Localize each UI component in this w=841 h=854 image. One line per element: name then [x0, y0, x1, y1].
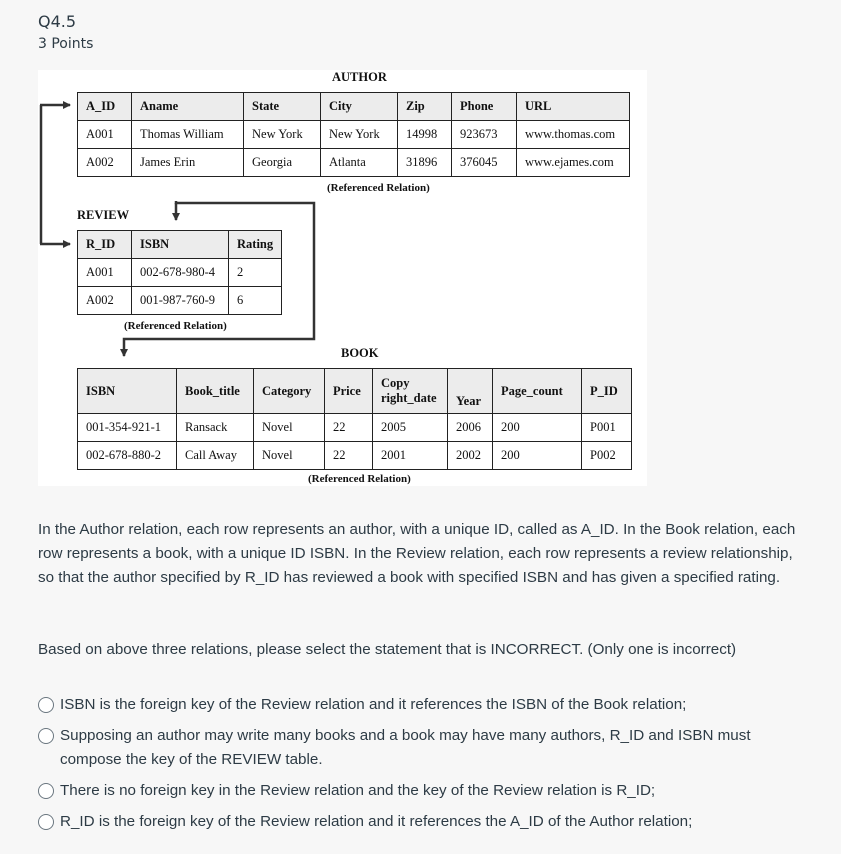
question-title: Q4.5 [38, 12, 77, 31]
table-cell: 6 [227, 286, 283, 315]
book-note: (Referenced Relation) [308, 473, 411, 485]
table-cell: Thomas William [131, 120, 244, 149]
answer-option-4[interactable]: R_ID is the foreign key of the Review re… [38, 810, 808, 834]
table-cell: New York [320, 120, 398, 149]
option-label: R_ID is the foreign key of the Review re… [60, 813, 693, 830]
author-table: A_ID Aname State City Zip Phone URL A001… [77, 92, 630, 177]
column-header: Book_title [176, 368, 254, 414]
column-header: Category [253, 368, 325, 414]
table-cell: A002 [77, 148, 132, 177]
radio-button[interactable] [38, 728, 54, 744]
question-points: 3 Points [38, 36, 94, 52]
table-cell: A002 [77, 286, 132, 315]
prompt-text: Based on above three relations, please s… [38, 641, 737, 658]
column-header: Aname [131, 92, 244, 121]
table-cell: Novel [253, 413, 325, 442]
table-cell: 200 [492, 413, 582, 442]
table-cell: 22 [324, 441, 373, 470]
radio-button[interactable] [38, 697, 54, 713]
table-cell: 923673 [451, 120, 517, 149]
table-cell: 2 [227, 258, 283, 287]
column-header: A_ID [77, 92, 132, 121]
column-header: URL [516, 92, 630, 121]
table-cell: P002 [581, 441, 632, 470]
column-header: Rating [227, 230, 283, 259]
table-row: A001 002-678-980-4 2 [77, 258, 283, 287]
table-header-row: A_ID Aname State City Zip Phone URL [77, 92, 630, 121]
table-cell: New York [243, 120, 321, 149]
table-cell: 001-987-760-9 [131, 286, 229, 315]
column-header: P_ID [581, 368, 632, 414]
table-cell: www.thomas.com [516, 120, 630, 149]
table-cell: 200 [492, 441, 582, 470]
table-cell: Call Away [176, 441, 254, 470]
table-cell: Novel [253, 441, 325, 470]
radio-button[interactable] [38, 783, 54, 799]
author-label: AUTHOR [332, 70, 387, 84]
table-cell: A001 [77, 258, 132, 287]
table-row: 001-354-921-1 Ransack Novel 22 2005 2006… [77, 413, 632, 442]
table-row: A002 James Erin Georgia Atlanta 31896 37… [77, 148, 630, 177]
column-header: Page_count [492, 368, 582, 414]
table-cell: Ransack [176, 413, 254, 442]
author-note: (Referenced Relation) [327, 182, 430, 194]
answer-option-2[interactable]: Supposing an author may write many books… [38, 724, 808, 772]
table-cell: James Erin [131, 148, 244, 177]
column-header: City [320, 92, 398, 121]
table-cell: Atlanta [320, 148, 398, 177]
description-text: In the Author relation, each row represe… [38, 521, 796, 586]
table-cell: 2001 [372, 441, 448, 470]
column-header: Phone [451, 92, 517, 121]
column-header: Year [447, 368, 493, 414]
table-cell: 2005 [372, 413, 448, 442]
column-header: Zip [397, 92, 452, 121]
table-cell: 22 [324, 413, 373, 442]
radio-button[interactable] [38, 814, 54, 830]
review-table: R_ID ISBN Rating A001 002-678-980-4 2 A0… [77, 230, 283, 315]
answer-option-1[interactable]: ISBN is the foreign key of the Review re… [38, 693, 808, 717]
review-note: (Referenced Relation) [124, 320, 227, 332]
table-cell: 002-678-980-4 [131, 258, 229, 287]
table-header-row: ISBN Book_title Category Price Copy righ… [77, 368, 632, 414]
review-label: REVIEW [77, 208, 130, 222]
book-label: BOOK [341, 346, 379, 360]
table-row: 002-678-880-2 Call Away Novel 22 2001 20… [77, 441, 632, 470]
table-row: A001 Thomas William New York New York 14… [77, 120, 630, 149]
table-cell: 2002 [447, 441, 493, 470]
table-header-row: R_ID ISBN Rating [77, 230, 283, 259]
column-header: State [243, 92, 321, 121]
table-cell: www.ejames.com [516, 148, 630, 177]
table-cell: P001 [581, 413, 632, 442]
table-cell: A001 [77, 120, 132, 149]
table-cell: 376045 [451, 148, 517, 177]
column-header: ISBN [131, 230, 229, 259]
table-cell: 31896 [397, 148, 452, 177]
table-cell: 14998 [397, 120, 452, 149]
column-header: Price [324, 368, 373, 414]
relations-figure: AUTHOR A_ID Aname State City Zip Phone U… [38, 70, 647, 486]
table-row: A002 001-987-760-9 6 [77, 286, 283, 315]
answer-option-3[interactable]: There is no foreign key in the Review re… [38, 779, 808, 803]
table-cell: Georgia [243, 148, 321, 177]
column-header: ISBN [77, 368, 177, 414]
table-cell: 002-678-880-2 [77, 441, 177, 470]
option-label: There is no foreign key in the Review re… [60, 782, 656, 799]
book-table: ISBN Book_title Category Price Copy righ… [77, 368, 632, 470]
option-label: ISBN is the foreign key of the Review re… [60, 696, 687, 713]
column-header: R_ID [77, 230, 132, 259]
column-header: Copy right_date [372, 368, 448, 414]
option-label: Supposing an author may write many books… [60, 727, 751, 768]
table-cell: 001-354-921-1 [77, 413, 177, 442]
table-cell: 2006 [447, 413, 493, 442]
